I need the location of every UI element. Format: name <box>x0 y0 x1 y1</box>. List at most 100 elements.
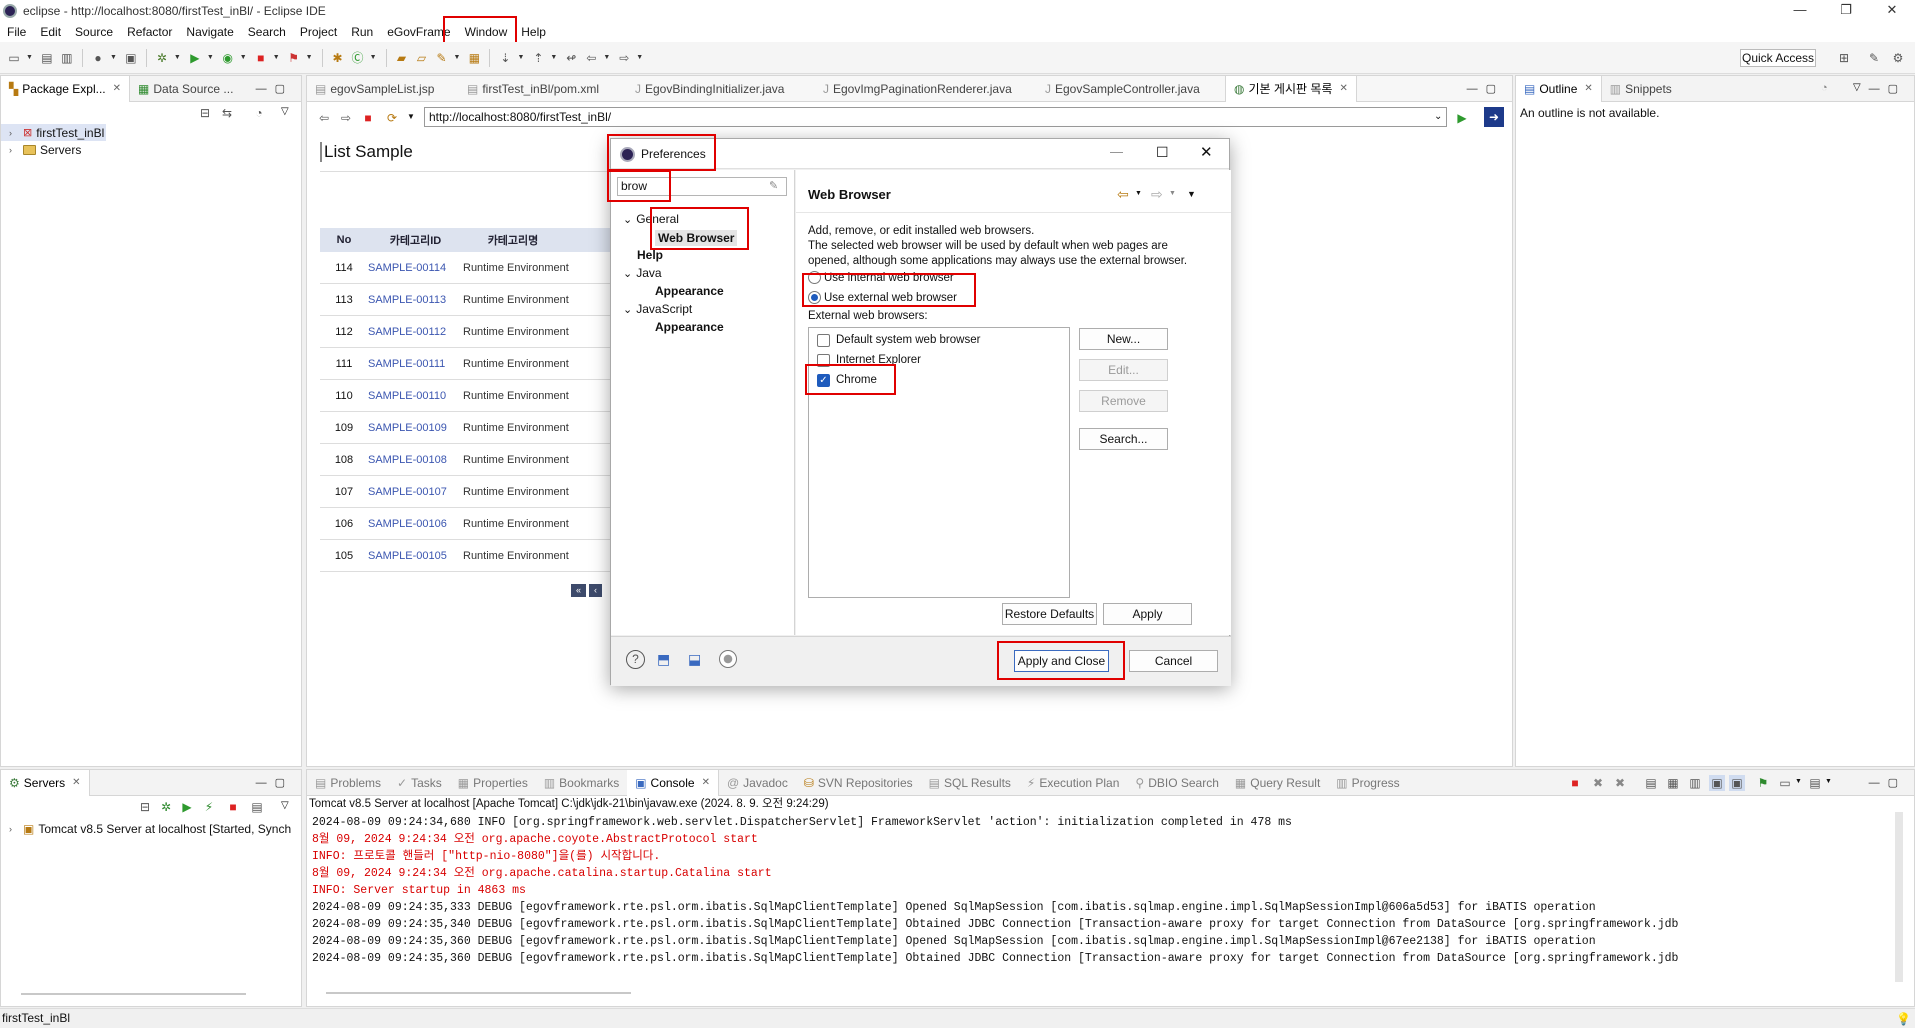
menu-run[interactable]: Run <box>344 25 380 39</box>
dialog-minimize-button[interactable]: — <box>1110 144 1123 159</box>
close-tab-icon[interactable]: ✕ <box>1339 83 1347 94</box>
menu-project[interactable]: Project <box>293 25 344 39</box>
start-server-icon[interactable]: ▶ <box>179 799 195 815</box>
view-menu-icon[interactable]: ▽ <box>281 106 289 117</box>
close-tab-icon[interactable]: ✕ <box>702 777 710 788</box>
scroll-lock-icon[interactable]: ▦ <box>1665 775 1681 791</box>
remove-button[interactable]: Remove <box>1079 390 1168 412</box>
url-dropdown-icon[interactable]: ⌄ <box>1434 111 1442 122</box>
publish-icon[interactable]: ▤ <box>249 799 265 815</box>
row-category-id[interactable]: SAMPLE-00105 <box>368 550 463 562</box>
pref-tree-item[interactable]: ⌄ JavaScript <box>623 302 692 316</box>
tab-problems[interactable]: ▤ Problems <box>307 770 389 796</box>
clear-filter-icon[interactable]: ✎ <box>769 179 778 192</box>
tab-javadoc[interactable]: @ Javadoc <box>719 770 796 796</box>
new-class-icon[interactable]: Ⓒ <box>350 50 366 66</box>
collapse-icon[interactable]: ⌄ <box>623 303 632 316</box>
open-external-browser-icon[interactable]: ➜ <box>1484 107 1504 127</box>
browser-checkbox[interactable] <box>817 333 830 347</box>
tree-item-firsttest[interactable]: › ⊠ firstTest_inBl <box>1 124 106 141</box>
tree-item-servers[interactable]: › Servers <box>1 141 301 158</box>
perspective-egov-icon[interactable]: ⚙ <box>1890 50 1906 66</box>
view-menu-icon[interactable]: ▽ <box>1853 82 1861 93</box>
tab-data-source[interactable]: ▦ Data Source ... <box>130 76 241 102</box>
pref-tree-item[interactable]: ⌄ Java <box>623 266 662 280</box>
minimize-maximize-icon[interactable]: —▢ <box>1869 776 1906 789</box>
debug-server-icon[interactable]: ✲ <box>158 799 174 815</box>
minimize-maximize-icon[interactable]: —▢ <box>1467 82 1504 95</box>
export-icon[interactable]: ⬓ <box>688 651 701 668</box>
back-icon[interactable]: ⇦ <box>1117 186 1129 203</box>
horizontal-scrollbar[interactable] <box>21 993 246 995</box>
row-category-id[interactable]: SAMPLE-00114 <box>368 262 463 274</box>
tab-progress[interactable]: ▥ Progress <box>1328 770 1407 796</box>
collapse-icon[interactable]: ⌄ <box>623 213 632 226</box>
menu-refactor[interactable]: Refactor <box>120 25 179 39</box>
display-console-icon[interactable]: ▭ <box>1777 775 1793 791</box>
menu-edit[interactable]: Edit <box>33 25 68 39</box>
vertical-scrollbar[interactable] <box>1895 812 1903 982</box>
stop-icon[interactable]: ■ <box>253 50 269 66</box>
coverage-icon[interactable]: ◉ <box>220 50 236 66</box>
search-icon[interactable]: ✎ <box>434 50 450 66</box>
back-icon[interactable]: ⇦ <box>583 50 599 66</box>
oomph-icon[interactable] <box>719 650 737 668</box>
back-dropdown-icon[interactable]: ▼ <box>1135 190 1142 197</box>
close-tab-icon[interactable]: ✕ <box>1584 83 1592 94</box>
stop-server-icon[interactable]: ■ <box>225 799 241 815</box>
terminate-icon[interactable]: ■ <box>1567 775 1583 791</box>
close-window-button[interactable]: ✕ <box>1869 0 1915 22</box>
forward-icon[interactable]: ⇨ <box>1151 186 1163 203</box>
tab-servers[interactable]: ⚙ Servers ✕ <box>1 769 90 796</box>
expand-icon[interactable]: › <box>9 145 19 155</box>
restore-defaults-button[interactable]: Restore Defaults <box>1002 603 1097 625</box>
forward-icon[interactable]: ⇨ <box>616 50 632 66</box>
save-icon[interactable]: ▤ <box>39 50 55 66</box>
tab-egovsamplecontroller[interactable]: J EgovSampleController.java <box>1037 76 1225 102</box>
display-console-dropdown-icon[interactable]: ▼ <box>1795 778 1802 785</box>
remove-all-icon[interactable]: ✖ <box>1612 775 1628 791</box>
close-tab-icon[interactable]: ✕ <box>72 777 80 788</box>
browser-back-icon[interactable]: ⇦ <box>316 110 332 126</box>
tab-package-explorer[interactable]: ▚ Package Expl... ✕ <box>1 75 131 102</box>
new-icon[interactable]: ▭ <box>6 50 22 66</box>
pin-console-icon[interactable]: ⚑ <box>1755 775 1771 791</box>
word-wrap-icon[interactable]: ▥ <box>1687 775 1703 791</box>
menu-source[interactable]: Source <box>68 25 120 39</box>
tab-query-result[interactable]: ▦ Query Result <box>1227 770 1328 796</box>
save-all-icon[interactable]: ▥ <box>59 50 75 66</box>
console-horizontal-scrollbar[interactable] <box>326 992 631 994</box>
minimize-maximize-icon[interactable]: —▢ <box>1869 82 1906 95</box>
url-history-dropdown-icon[interactable]: ▼ <box>407 112 415 121</box>
go-icon[interactable]: ▶ <box>1454 110 1470 126</box>
tab-egovbindinginitializer[interactable]: J EgovBindingInitializer.java <box>627 76 815 102</box>
menu-file[interactable]: File <box>0 25 33 39</box>
row-category-id[interactable]: SAMPLE-00110 <box>368 390 463 402</box>
dialog-close-button[interactable]: ✕ <box>1200 143 1213 161</box>
tab-pom-xml[interactable]: ▤ firstTest_inBl/pom.xml <box>459 76 627 102</box>
close-tab-icon[interactable]: ✕ <box>113 83 121 94</box>
collapse-icon[interactable]: ⌄ <box>623 267 632 280</box>
profile-server-icon[interactable]: ⚡ <box>201 799 217 815</box>
row-category-id[interactable]: SAMPLE-00108 <box>368 454 463 466</box>
open-console-dropdown-icon[interactable]: ▼ <box>1825 778 1832 785</box>
run-icon[interactable]: ▶ <box>187 50 203 66</box>
remove-launch-icon[interactable]: ✖ <box>1590 775 1606 791</box>
open-folder-icon[interactable]: ▱ <box>414 50 430 66</box>
cancel-button[interactable]: Cancel <box>1129 650 1218 672</box>
tab-egovimgpaginationrenderer[interactable]: J EgovImgPaginationRenderer.java <box>815 76 1037 102</box>
show-stdout-icon[interactable]: ▣ <box>1709 775 1725 791</box>
expand-icon[interactable]: › <box>9 824 19 834</box>
collapse-all-icon[interactable]: ⊟ <box>197 105 213 121</box>
clear-console-icon[interactable]: ▤ <box>1643 775 1659 791</box>
minimize-maximize-icon[interactable]: —▢ <box>256 776 293 789</box>
tab-sql-results[interactable]: ▤ SQL Results <box>921 770 1019 796</box>
forward-dropdown-icon[interactable]: ▼ <box>1169 190 1176 197</box>
tab-svn-repositories[interactable]: ⛁ SVN Repositories <box>796 770 921 796</box>
restore-button[interactable]: ❐ <box>1823 0 1869 22</box>
link-editor-icon[interactable]: ⇆ <box>219 105 235 121</box>
task-icon[interactable]: ▦ <box>466 50 482 66</box>
view-menu-icon[interactable]: ▽ <box>281 800 289 811</box>
tab-browser[interactable]: ◍ 기본 게시판 목록 ✕ <box>1225 75 1357 102</box>
edit-button[interactable]: Edit... <box>1079 359 1168 381</box>
